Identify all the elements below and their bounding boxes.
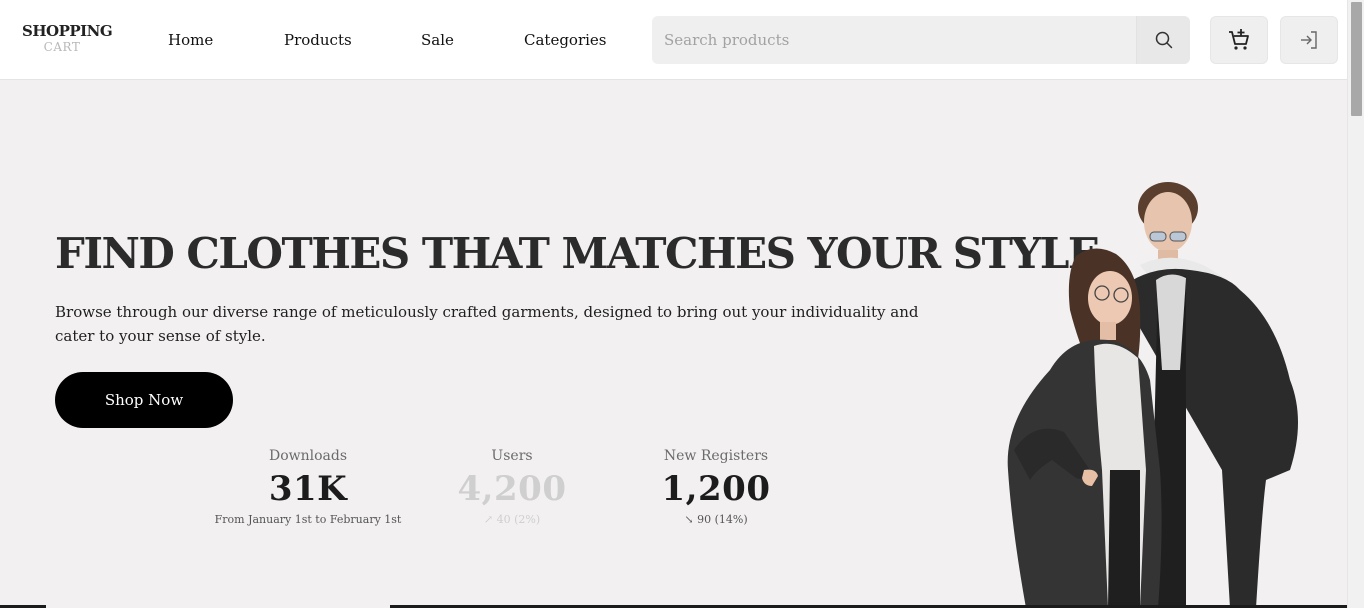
scrollbar-thumb[interactable] [1351,2,1362,116]
shop-now-button[interactable]: Shop Now [55,372,233,428]
logo[interactable]: SHOPPING CART [22,22,113,54]
hero-description: Browse through our diverse range of meti… [55,303,919,345]
search-icon [1155,31,1172,49]
nav-categories[interactable]: Categories [524,30,607,50]
site-header: SHOPPING CART Home Products Sale Categor… [0,0,1347,80]
stat-description: ↗ 40 (2%) [483,513,541,526]
cart-button[interactable] [1210,16,1268,64]
stat-label: New Registers [663,448,769,464]
cart-add-icon [1229,29,1249,50]
login-button[interactable] [1280,16,1338,64]
stat-users: Users 4,200 ↗ 40 (2%) [432,446,592,528]
nav-home[interactable]: Home [168,30,213,50]
search-button[interactable] [1136,16,1190,64]
logo-text-top: SHOPPING [22,22,113,40]
search-input[interactable] [652,16,1136,64]
nav-products[interactable]: Products [284,30,352,50]
stat-downloads: Downloads 31K From January 1st to Februa… [208,446,408,528]
logo-text-bottom: CART [43,40,81,54]
page-scrollbar[interactable] [1347,0,1364,608]
stat-value: 31K [268,469,348,509]
stat-label: Downloads [268,448,348,464]
stat-description: ↘ 90 (14%) [684,513,748,526]
nav-sale[interactable]: Sale [421,30,454,50]
stat-new-registers: New Registers 1,200 ↘ 90 (14%) [636,446,796,528]
search-bar [652,16,1190,64]
stat-label: Users [491,448,533,464]
stat-value: 4,200 [457,469,567,509]
hero-title: FIND CLOTHES THAT MATCHES YOUR STYLE [55,229,1100,278]
hero-models-image [1007,182,1298,608]
stat-value: 1,200 [661,469,771,509]
login-icon [1301,31,1317,49]
stat-description: From January 1st to February 1st [214,513,402,526]
